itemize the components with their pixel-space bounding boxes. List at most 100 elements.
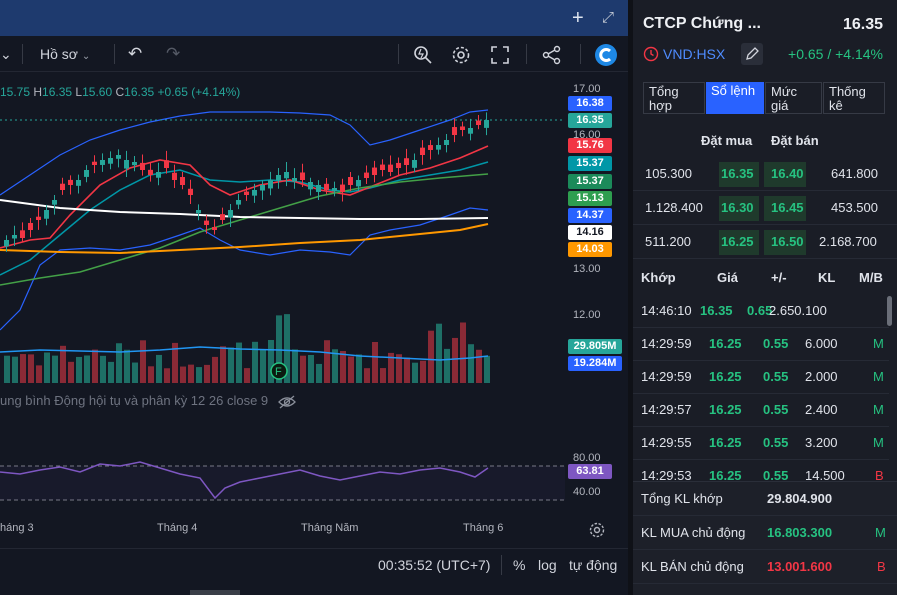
trade-volume-header: KL [818, 270, 836, 285]
trade-change: 0.55 [763, 402, 789, 417]
eye-off-icon[interactable] [277, 393, 296, 409]
trade-row[interactable]: 14:29:53 16.25 0.55 14.500 B [633, 460, 889, 480]
horizontal-scroll-thumb[interactable] [190, 590, 240, 595]
quick-search-icon[interactable] [412, 36, 434, 72]
candle-body [76, 180, 81, 186]
volume-bar [380, 368, 386, 383]
bid-volume: 1.128.400 [645, 200, 703, 215]
trade-side: M [873, 402, 884, 417]
chart-panel: + ⤢ ⌄ Hồ sơ ⌄ ↶ ↷ 15.75 H16.35 L15.60 C1… [0, 0, 628, 595]
candle-body [444, 140, 449, 146]
candle-body [4, 240, 9, 247]
candle-body [60, 183, 65, 190]
volume-bar [244, 368, 250, 383]
candle-body [124, 160, 129, 169]
candle-body [460, 126, 465, 130]
edit-pencil-icon[interactable] [741, 43, 763, 65]
summary-row: Tổng KL khớp 29.804.900 [633, 482, 897, 516]
volume-bar [164, 368, 170, 383]
detail-tabs: Tổng hợp Sổ lệnh Mức giá Thống kê [643, 82, 885, 114]
volume-bar [484, 355, 490, 383]
share-icon[interactable] [541, 36, 563, 72]
trade-row[interactable]: 14:29:57 16.25 0.55 2.400 M [633, 394, 889, 427]
trade-time: 14:29:59 [641, 336, 692, 351]
candle-body [300, 172, 305, 180]
settings-gear-icon[interactable] [588, 521, 606, 544]
auto-scale-button[interactable]: tự động [569, 557, 617, 573]
candle-body [268, 180, 273, 189]
trade-volume: 2.650.100 [769, 303, 827, 318]
price-tag: 15.13 [568, 191, 612, 206]
volume-bar [204, 364, 210, 383]
trade-volume: 6.000 [805, 336, 838, 351]
ask-volume: 453.500 [831, 200, 878, 215]
volume-bar [4, 355, 10, 383]
order-book-row[interactable]: 1.128.400 16.30 16.45 453.500 [633, 192, 897, 225]
tab-statistics[interactable]: Thống kê [823, 82, 885, 114]
add-icon[interactable]: + [572, 7, 584, 30]
volume-bar [92, 349, 98, 383]
gear-icon[interactable] [450, 36, 472, 72]
tab-summary[interactable]: Tổng hợp [643, 82, 705, 114]
volume-bar [404, 357, 410, 383]
clock-icon [643, 46, 659, 67]
volume-bar [132, 362, 138, 383]
order-book-row[interactable]: 511.200 16.25 16.50 2.168.700 [633, 226, 897, 259]
tab-order-book[interactable]: Sổ lệnh [706, 82, 764, 114]
price-axis[interactable]: 17.00 16.00 13.00 12.00 80.00 40.00 16.3… [565, 72, 628, 512]
price-tick: 17.00 [573, 83, 601, 95]
volume-bar [52, 355, 58, 383]
trade-time-header: Khớp [641, 270, 676, 285]
volume-bar [340, 351, 346, 383]
profile-dropdown[interactable]: Hồ sơ ⌄ [40, 36, 90, 72]
trade-time: 14:29:55 [641, 435, 692, 450]
time-tick: Tháng 6 [463, 522, 504, 534]
candle-body [172, 172, 177, 180]
trade-list-scrollbar[interactable] [887, 296, 892, 326]
candle-body [100, 160, 105, 165]
macd-indicator-label[interactable]: ung bình Động hội tụ và phân kỳ 12 26 cl… [0, 393, 296, 409]
clock-time[interactable]: 00:35:52 (UTC+7) [378, 557, 490, 573]
symbol-exchange[interactable]: VND:HSX [663, 46, 725, 62]
brand-logo-icon[interactable] [594, 36, 618, 72]
summary-label: KL MUA chủ động [641, 525, 746, 540]
percent-scale-button[interactable]: % [513, 557, 525, 573]
undo-icon[interactable]: ↶ [128, 36, 142, 72]
log-scale-button[interactable]: log [538, 557, 557, 573]
candle-body [204, 220, 209, 225]
trade-row[interactable]: 14:46:10 16.35 0.65 2.650.100 [633, 295, 889, 328]
volume-summary: Tổng KL khớp 29.804.900 KL MUA chủ động … [633, 481, 897, 595]
trade-row[interactable]: 14:29:55 16.25 0.55 3.200 M [633, 427, 889, 460]
candle-body [476, 120, 481, 125]
volume-bar [476, 349, 482, 383]
price-tag: 15.37 [568, 174, 612, 189]
trade-volume: 2.400 [805, 402, 838, 417]
symbol-price: 16.35 [842, 16, 883, 33]
volume-bar [188, 364, 194, 383]
volume-bar [108, 361, 114, 383]
order-book-row[interactable]: 105.300 16.35 16.40 641.800 [633, 158, 897, 191]
chevron-down-icon[interactable]: ⌄ [0, 36, 12, 72]
volume-bar [116, 343, 122, 383]
candle-body [108, 158, 113, 164]
chevron-down-icon: ⌄ [81, 51, 91, 62]
volume-bar [444, 348, 450, 383]
price-tick: 13.00 [573, 263, 601, 275]
expand-icon[interactable]: ⤢ [602, 9, 614, 26]
trade-row[interactable]: 14:29:59 16.25 0.55 2.000 M [633, 361, 889, 394]
toolbar-divider [501, 555, 502, 575]
redo-icon[interactable]: ↷ [166, 36, 180, 72]
price-tag: 15.76 [568, 138, 612, 153]
rsi-pane[interactable] [0, 452, 565, 512]
trade-row[interactable]: 14:29:59 16.25 0.55 6.000 M [633, 328, 889, 361]
volume-bar [44, 352, 50, 383]
volume-bar [60, 345, 66, 383]
trade-list[interactable]: 14:46:10 16.35 0.65 2.650.100 14:29:59 1… [633, 295, 897, 480]
fullscreen-icon[interactable] [490, 36, 510, 72]
summary-value: 16.803.300 [767, 525, 833, 540]
trade-change: 0.55 [763, 435, 789, 450]
volume-bar [124, 349, 130, 383]
volume-bar [196, 367, 202, 383]
candle-body [412, 160, 417, 168]
tab-price-levels[interactable]: Mức giá [765, 82, 822, 114]
